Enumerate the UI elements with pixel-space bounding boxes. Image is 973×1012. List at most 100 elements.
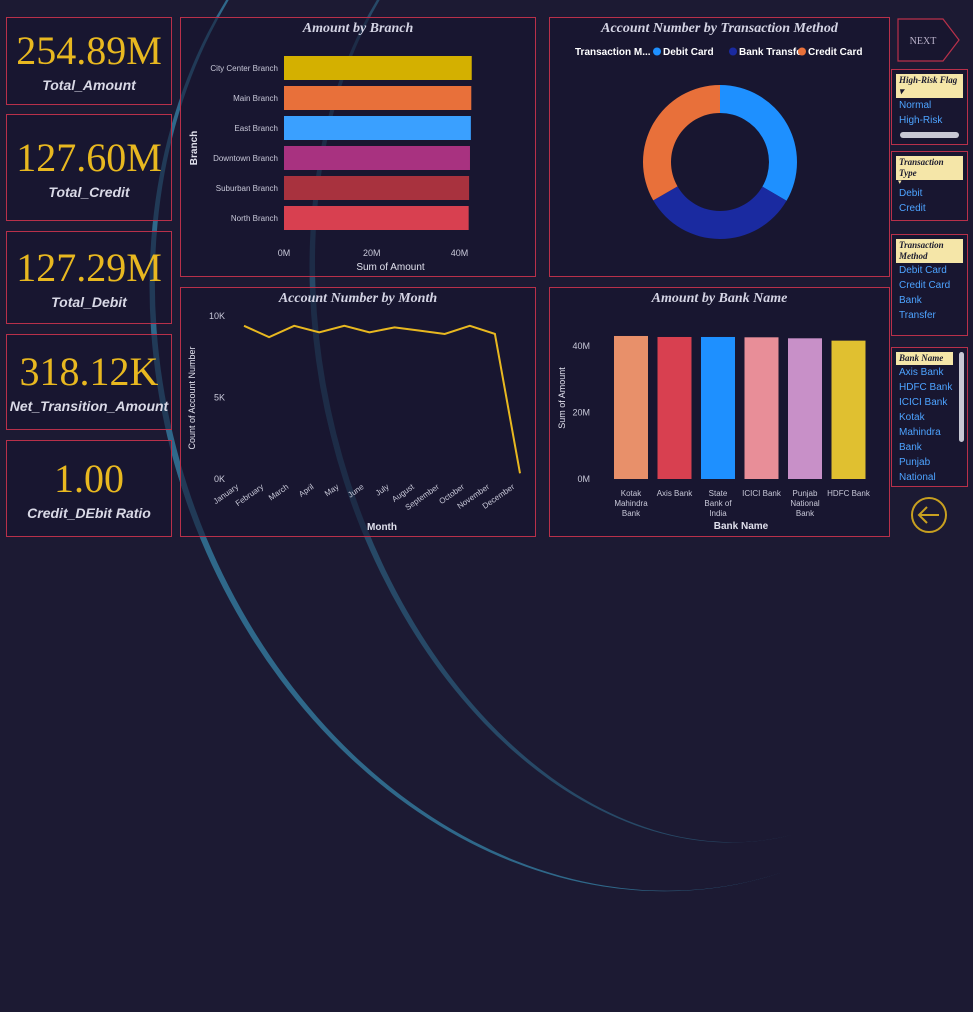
tick-label: 40M — [572, 341, 590, 351]
legend-entry: Debit Card — [663, 47, 714, 58]
tick-label: 0M — [577, 474, 590, 484]
kpi-label: Net_Transition_Amount — [9, 398, 169, 414]
kpi-net-transition-amount: 318.12K Net_Transition_Amount — [6, 334, 172, 430]
slicer-option-bank-transfer[interactable]: Bank Transfer — [892, 293, 942, 323]
donut-slice — [653, 186, 787, 239]
slicer-option-icici-bank[interactable]: ICICI Bank — [892, 395, 967, 410]
category-label: East Branch — [234, 124, 278, 133]
slicer-high-risk-flag: High-Risk Flag ▾ Normal High-Risk — [891, 69, 968, 145]
y-axis-label: Sum of Amount — [557, 367, 567, 429]
tick-label: 5K — [214, 393, 225, 403]
legend-entry: Bank Transfer — [739, 47, 806, 58]
vertical-scrollbar[interactable] — [959, 352, 964, 442]
month-label: March — [267, 482, 290, 502]
category-label: Suburban Branch — [216, 184, 278, 193]
back-arrow-icon — [911, 497, 947, 533]
bar — [284, 86, 472, 110]
kpi-total-amount: 254.89M Total_Amount — [6, 17, 172, 105]
legend-marker — [653, 47, 661, 56]
x-axis-label: Month — [367, 522, 397, 533]
month-label: February — [234, 482, 265, 508]
category-label: HDFC Bank — [827, 489, 871, 498]
method-donut-chart: Transaction M... Debit Card Bank Transfer C… — [575, 47, 862, 239]
branch-chart-panel[interactable]: Amount by Branch City Center Branch Main … — [180, 17, 536, 277]
bar — [657, 336, 692, 479]
slicer-option-hdfc-bank[interactable]: HDFC Bank — [892, 380, 967, 395]
month-label: May — [323, 482, 341, 498]
category-label: Main Branch — [233, 94, 278, 103]
month-label: April — [297, 482, 315, 499]
bar — [788, 338, 822, 479]
slicer-title: High-Risk Flag ▾ — [896, 74, 963, 98]
chevron-down-icon[interactable]: ▾ — [899, 86, 904, 96]
slicer-option-credit-card[interactable]: Credit Card — [892, 278, 967, 293]
slicer-option-debit-card[interactable]: Debit Card — [892, 263, 967, 278]
slicer-option-punjab-national[interactable]: Punjab National — [892, 455, 950, 485]
month-chart-panel[interactable]: Account Number by Month 0K 5K 10K January Fe… — [180, 287, 536, 537]
kpi-total-debit: 127.29M Total_Debit — [6, 231, 172, 324]
category-label: North Branch — [231, 214, 278, 223]
kpi-value: 127.29M — [16, 244, 162, 290]
slicer-transaction-type: Transaction Type ▾ Debit Credit — [891, 151, 968, 221]
kpi-label: Total_Debit — [51, 293, 127, 310]
slicer-option-kotak-mahindra-bank[interactable]: Kotak Mahindra Bank — [892, 410, 950, 455]
slicer-option-normal[interactable]: Normal — [892, 98, 967, 113]
bar — [284, 206, 469, 230]
series-line — [243, 324, 521, 474]
legend-entry: Credit Card — [808, 47, 862, 58]
slicer-bank-name: Bank Name Axis Bank HDFC Bank ICICI Bank… — [891, 347, 968, 487]
method-chart-panel[interactable]: Account Number by Transaction Method Tra… — [549, 17, 890, 277]
bar — [744, 337, 779, 479]
category-label: Downtown Branch — [213, 154, 278, 163]
bar — [284, 56, 472, 80]
tick-label: 0K — [214, 474, 225, 484]
y-axis-label: Branch — [189, 131, 200, 165]
bar — [284, 146, 470, 170]
legend-title: Transaction M... — [575, 47, 651, 58]
kpi-label: Total_Credit — [48, 183, 130, 200]
kpi-value: 318.12K — [19, 349, 159, 394]
legend-marker — [798, 47, 806, 56]
bar — [831, 340, 866, 479]
next-button-label: NEXT — [910, 36, 937, 47]
donut-slice — [643, 85, 720, 201]
month-line-chart: 0K5K10KJanuaryFebruary March April May June J… — [187, 311, 521, 533]
x-axis-label: Sum of Amount — [356, 262, 425, 273]
bank-chart-panel[interactable]: Amount by Bank Name 0M 20M 40M Kotak Mahindr… — [549, 287, 890, 537]
tick-label: 20M — [572, 407, 590, 417]
month-label: June — [346, 482, 366, 500]
tick-label: 0M — [278, 248, 291, 258]
tick-label: 10K — [209, 311, 225, 321]
category-label: ICICI Bank — [742, 489, 782, 498]
bar — [284, 116, 471, 140]
branch-bar-chart: City Center Branch Main Branch East Branch… — [189, 56, 472, 273]
slicer-option-high-risk[interactable]: High-Risk — [892, 113, 967, 128]
kpi-value: 1.00 — [54, 455, 124, 501]
tick-label: 20M — [363, 248, 381, 258]
category-label: State Bank of India — [704, 489, 732, 518]
category-label: Axis Bank — [657, 489, 694, 498]
horizontal-scrollbar[interactable] — [900, 132, 959, 138]
category-label: Punjab National Bank — [790, 489, 820, 518]
slicer-title: Transaction Type — [896, 156, 963, 180]
next-arrow-shape: NEXT — [897, 18, 960, 62]
slicer-title: Bank Name — [896, 352, 953, 365]
slicer-option-axis-bank[interactable]: Axis Bank — [892, 365, 967, 380]
month-label: July — [374, 482, 391, 498]
bar — [614, 335, 648, 479]
kpi-label: Total_Amount — [42, 77, 136, 93]
tick-label: 40M — [451, 248, 469, 258]
kpi-label: Credit_DEbit Ratio — [27, 504, 151, 521]
bank-bar-chart: 0M 20M 40M Kotak Mahindra Bank Axis Bank State B… — [557, 335, 871, 532]
donut-slice — [720, 85, 797, 201]
next-button[interactable]: NEXT — [897, 18, 960, 62]
kpi-total-credit: 127.60M Total_Credit — [6, 114, 172, 221]
slicer-option-credit[interactable]: Credit — [892, 201, 967, 216]
slicer-option-debit[interactable]: Debit — [892, 186, 967, 201]
x-axis-label: Bank Name — [714, 521, 769, 532]
legend-marker — [729, 47, 737, 56]
kpi-value: 254.89M — [16, 28, 162, 73]
slicer-title: Transaction Method — [896, 239, 963, 263]
category-label: City Center Branch — [210, 64, 278, 73]
back-button[interactable] — [910, 496, 948, 534]
